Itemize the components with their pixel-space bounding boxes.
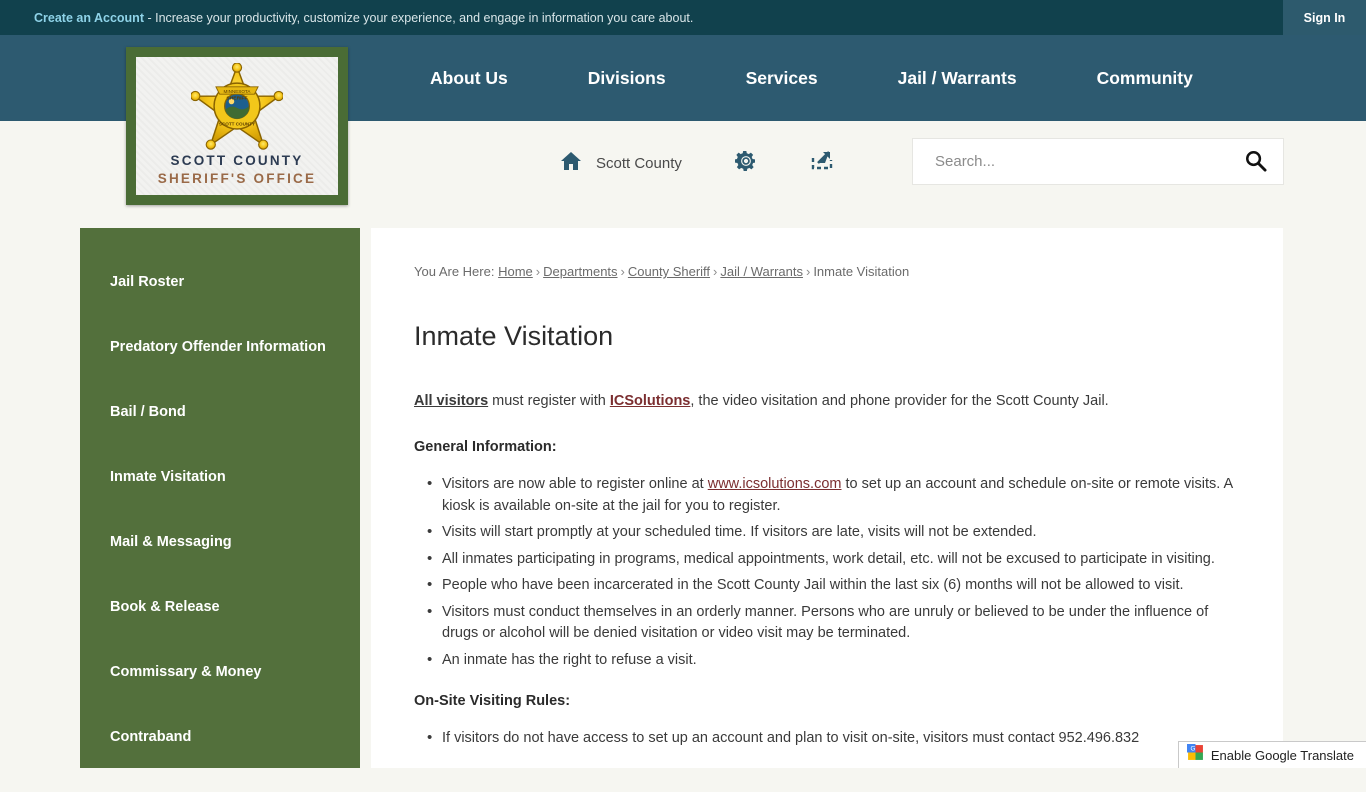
intro-text-2: , the video visitation and phone provide… (690, 393, 1108, 409)
bullet-text-pre: An inmate has the right to refuse a visi… (442, 652, 697, 668)
svg-text:MINNESOTA: MINNESOTA (224, 89, 252, 94)
list-item: All inmates participating in programs, m… (414, 549, 1243, 571)
breadcrumb-separator-4: › (803, 264, 813, 279)
create-account-message: Create an Account - Increase your produc… (34, 11, 693, 25)
gear-icon (734, 149, 758, 178)
all-visitors-emphasis: All visitors (414, 393, 488, 409)
logo-inner-panel: MINNESOTA SHERIFF SCOTT COUNTY SCOTT COU… (136, 57, 338, 195)
home-link-label: Scott County (596, 155, 682, 172)
bullet-text-pre: Visits will start promptly at your sched… (442, 524, 1036, 540)
breadcrumb-link-home[interactable]: Home (498, 264, 533, 279)
sidebar-item-predatory-offender-information[interactable]: Predatory Offender Information (80, 337, 360, 402)
home-icon (560, 151, 582, 176)
svg-text:SCOTT COUNTY: SCOTT COUNTY (219, 121, 255, 126)
on-site-visiting-rules-heading: On-Site Visiting Rules: (414, 693, 1243, 709)
breadcrumb-separator-2: › (618, 264, 628, 279)
sidebar-item-book-release[interactable]: Book & Release (80, 597, 360, 662)
list-item: Visitors must conduct themselves in an o… (414, 602, 1243, 645)
sign-in-button[interactable]: Sign In (1283, 0, 1366, 35)
search-box (913, 139, 1283, 184)
search-submit-button[interactable] (1227, 139, 1283, 184)
share-icon (810, 149, 834, 178)
breadcrumb-separator-1: › (533, 264, 543, 279)
sidebar-item-bail-bond[interactable]: Bail / Bond (80, 402, 360, 467)
icsolutions-website-link[interactable]: www.icsolutions.com (708, 476, 842, 492)
secondary-toolbar-items: Scott County (560, 121, 834, 205)
breadcrumb: You Are Here: Home›Departments›County Sh… (414, 264, 1243, 279)
nav-item-community[interactable]: Community (1057, 68, 1233, 89)
list-item: An inmate has the right to refuse a visi… (414, 650, 1243, 672)
sidebar-item-jail-roster[interactable]: Jail Roster (80, 272, 360, 337)
logo-title: SCOTT COUNTY (171, 153, 304, 168)
intro-text-1: must register with (488, 393, 610, 409)
share-button[interactable] (810, 149, 834, 178)
breadcrumb-link-jail-warrants[interactable]: Jail / Warrants (720, 264, 803, 279)
bullet-text-pre: All inmates participating in programs, m… (442, 551, 1215, 567)
nav-item-services[interactable]: Services (706, 68, 858, 89)
general-information-list: Visitors are now able to register online… (414, 474, 1243, 671)
breadcrumb-link-departments[interactable]: Departments (543, 264, 617, 279)
sidebar-item-contraband[interactable]: Contraband (80, 727, 360, 792)
site-tools-button[interactable] (734, 149, 758, 178)
main-content-panel: You Are Here: Home›Departments›County Sh… (371, 228, 1283, 768)
home-link[interactable]: Scott County (560, 151, 682, 176)
bullet-text-pre: If visitors do not have access to set up… (442, 730, 1139, 746)
icsolutions-link[interactable]: ICSolutions (610, 393, 691, 409)
enable-google-translate-label: Enable Google Translate (1211, 748, 1354, 763)
general-information-heading: General Information: (414, 439, 1243, 455)
enable-google-translate-button[interactable]: G Enable Google Translate (1178, 741, 1366, 768)
list-item: If visitors do not have access to set up… (414, 728, 1243, 750)
intro-paragraph: All visitors must register with ICSoluti… (414, 390, 1243, 412)
page-title: Inmate Visitation (414, 321, 1243, 352)
svg-text:SHERIFF: SHERIFF (226, 96, 247, 102)
breadcrumb-link-county-sheriff[interactable]: County Sheriff (628, 264, 710, 279)
nav-item-jail-warrants[interactable]: Jail / Warrants (858, 68, 1057, 89)
search-icon (1244, 149, 1267, 175)
sidebar-item-commissary-money[interactable]: Commissary & Money (80, 662, 360, 727)
breadcrumb-prefix: You Are Here: (414, 264, 494, 279)
nav-item-about-us[interactable]: About Us (390, 68, 548, 89)
sidebar-navigation: Jail Roster Predatory Offender Informati… (80, 228, 360, 768)
logo-subtitle: SHERIFF'S OFFICE (158, 171, 316, 186)
breadcrumb-current-page: Inmate Visitation (813, 264, 909, 279)
main-nav-items: About Us Divisions Services Jail / Warra… (390, 35, 1233, 121)
search-input[interactable] (913, 139, 1227, 184)
on-site-visiting-rules-list: If visitors do not have access to set up… (414, 728, 1243, 750)
nav-item-divisions[interactable]: Divisions (548, 68, 706, 89)
list-item: Visits will start promptly at your sched… (414, 522, 1243, 544)
create-account-tagline: - Increase your productivity, customize … (144, 11, 693, 25)
breadcrumb-separator-3: › (710, 264, 720, 279)
sidebar-item-inmate-visitation[interactable]: Inmate Visitation (80, 467, 360, 532)
bullet-text-pre: People who have been incarcerated in the… (442, 577, 1184, 593)
svg-text:G: G (1190, 746, 1195, 753)
top-utility-bar: Create an Account - Increase your produc… (0, 0, 1366, 35)
bullet-text-pre: Visitors are now able to register online… (442, 476, 708, 492)
list-item: People who have been incarcerated in the… (414, 575, 1243, 597)
sheriff-star-badge-icon: MINNESOTA SHERIFF SCOTT COUNTY (191, 63, 283, 151)
google-translate-icon: G (1187, 744, 1204, 766)
sidebar-item-mail-messaging[interactable]: Mail & Messaging (80, 532, 360, 597)
site-logo[interactable]: MINNESOTA SHERIFF SCOTT COUNTY SCOTT COU… (126, 47, 348, 205)
list-item: Visitors are now able to register online… (414, 474, 1243, 517)
create-account-link[interactable]: Create an Account (34, 11, 144, 25)
bullet-text-pre: Visitors must conduct themselves in an o… (442, 604, 1208, 642)
